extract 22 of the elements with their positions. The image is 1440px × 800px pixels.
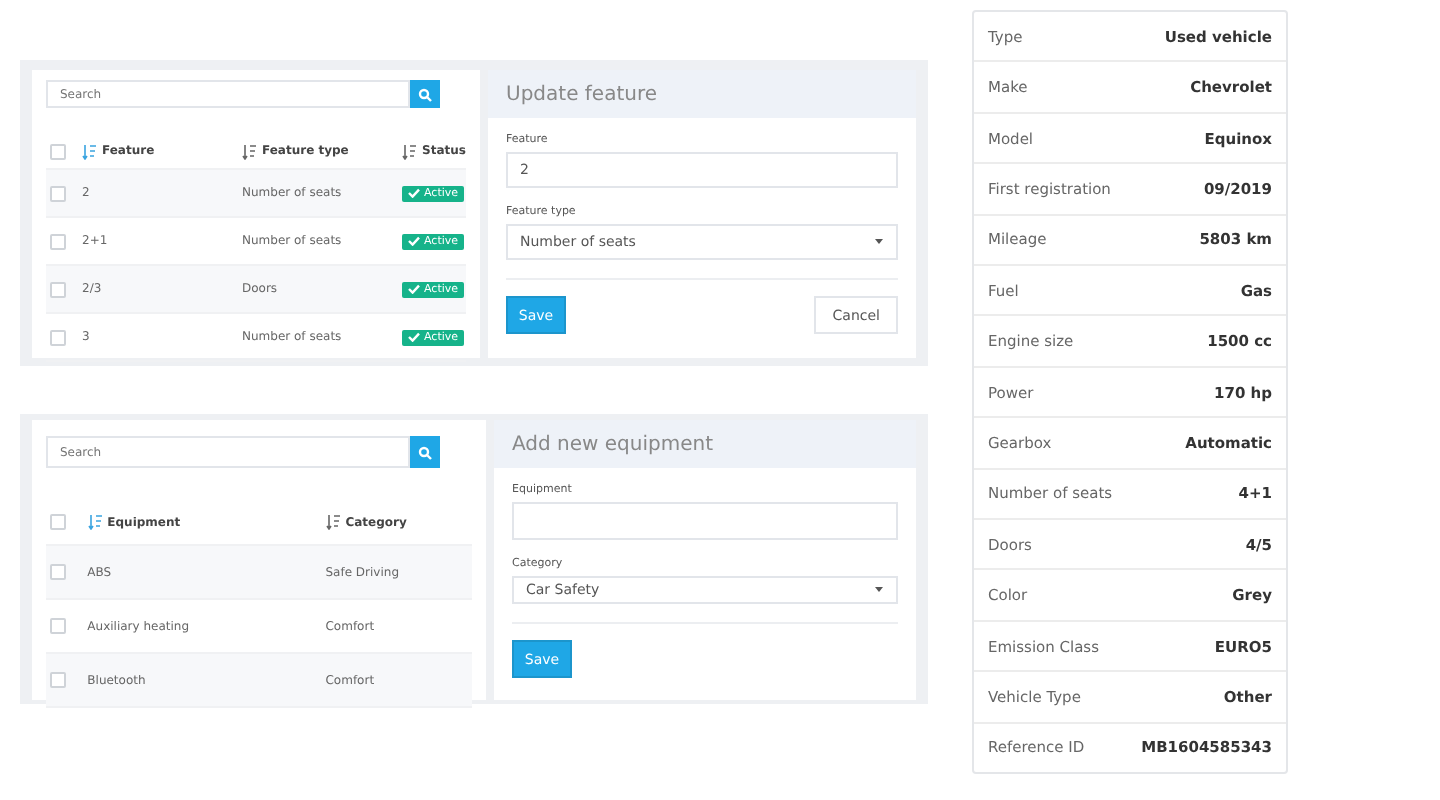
input-field[interactable] bbox=[512, 502, 898, 540]
checkbox[interactable] bbox=[50, 514, 66, 530]
checkbox[interactable] bbox=[50, 143, 66, 159]
checkbox[interactable] bbox=[50, 185, 66, 201]
checkbox[interactable] bbox=[50, 281, 66, 297]
checkbox[interactable] bbox=[50, 564, 66, 580]
search-icon bbox=[418, 445, 432, 459]
check-icon bbox=[408, 332, 420, 342]
checkbox[interactable] bbox=[50, 672, 66, 688]
checkbox[interactable] bbox=[50, 233, 66, 249]
search-button[interactable] bbox=[410, 436, 440, 468]
check-icon bbox=[408, 284, 420, 294]
form-title: Add new equipment bbox=[494, 420, 916, 468]
check-icon bbox=[408, 236, 420, 246]
caret-icon bbox=[874, 238, 884, 246]
form-title: Update feature bbox=[488, 70, 916, 118]
checkbox[interactable] bbox=[50, 329, 66, 345]
search-icon bbox=[418, 87, 432, 101]
caret-icon bbox=[874, 586, 884, 594]
check-icon bbox=[408, 188, 420, 198]
search-button[interactable] bbox=[410, 80, 440, 108]
checkbox[interactable] bbox=[50, 618, 66, 634]
